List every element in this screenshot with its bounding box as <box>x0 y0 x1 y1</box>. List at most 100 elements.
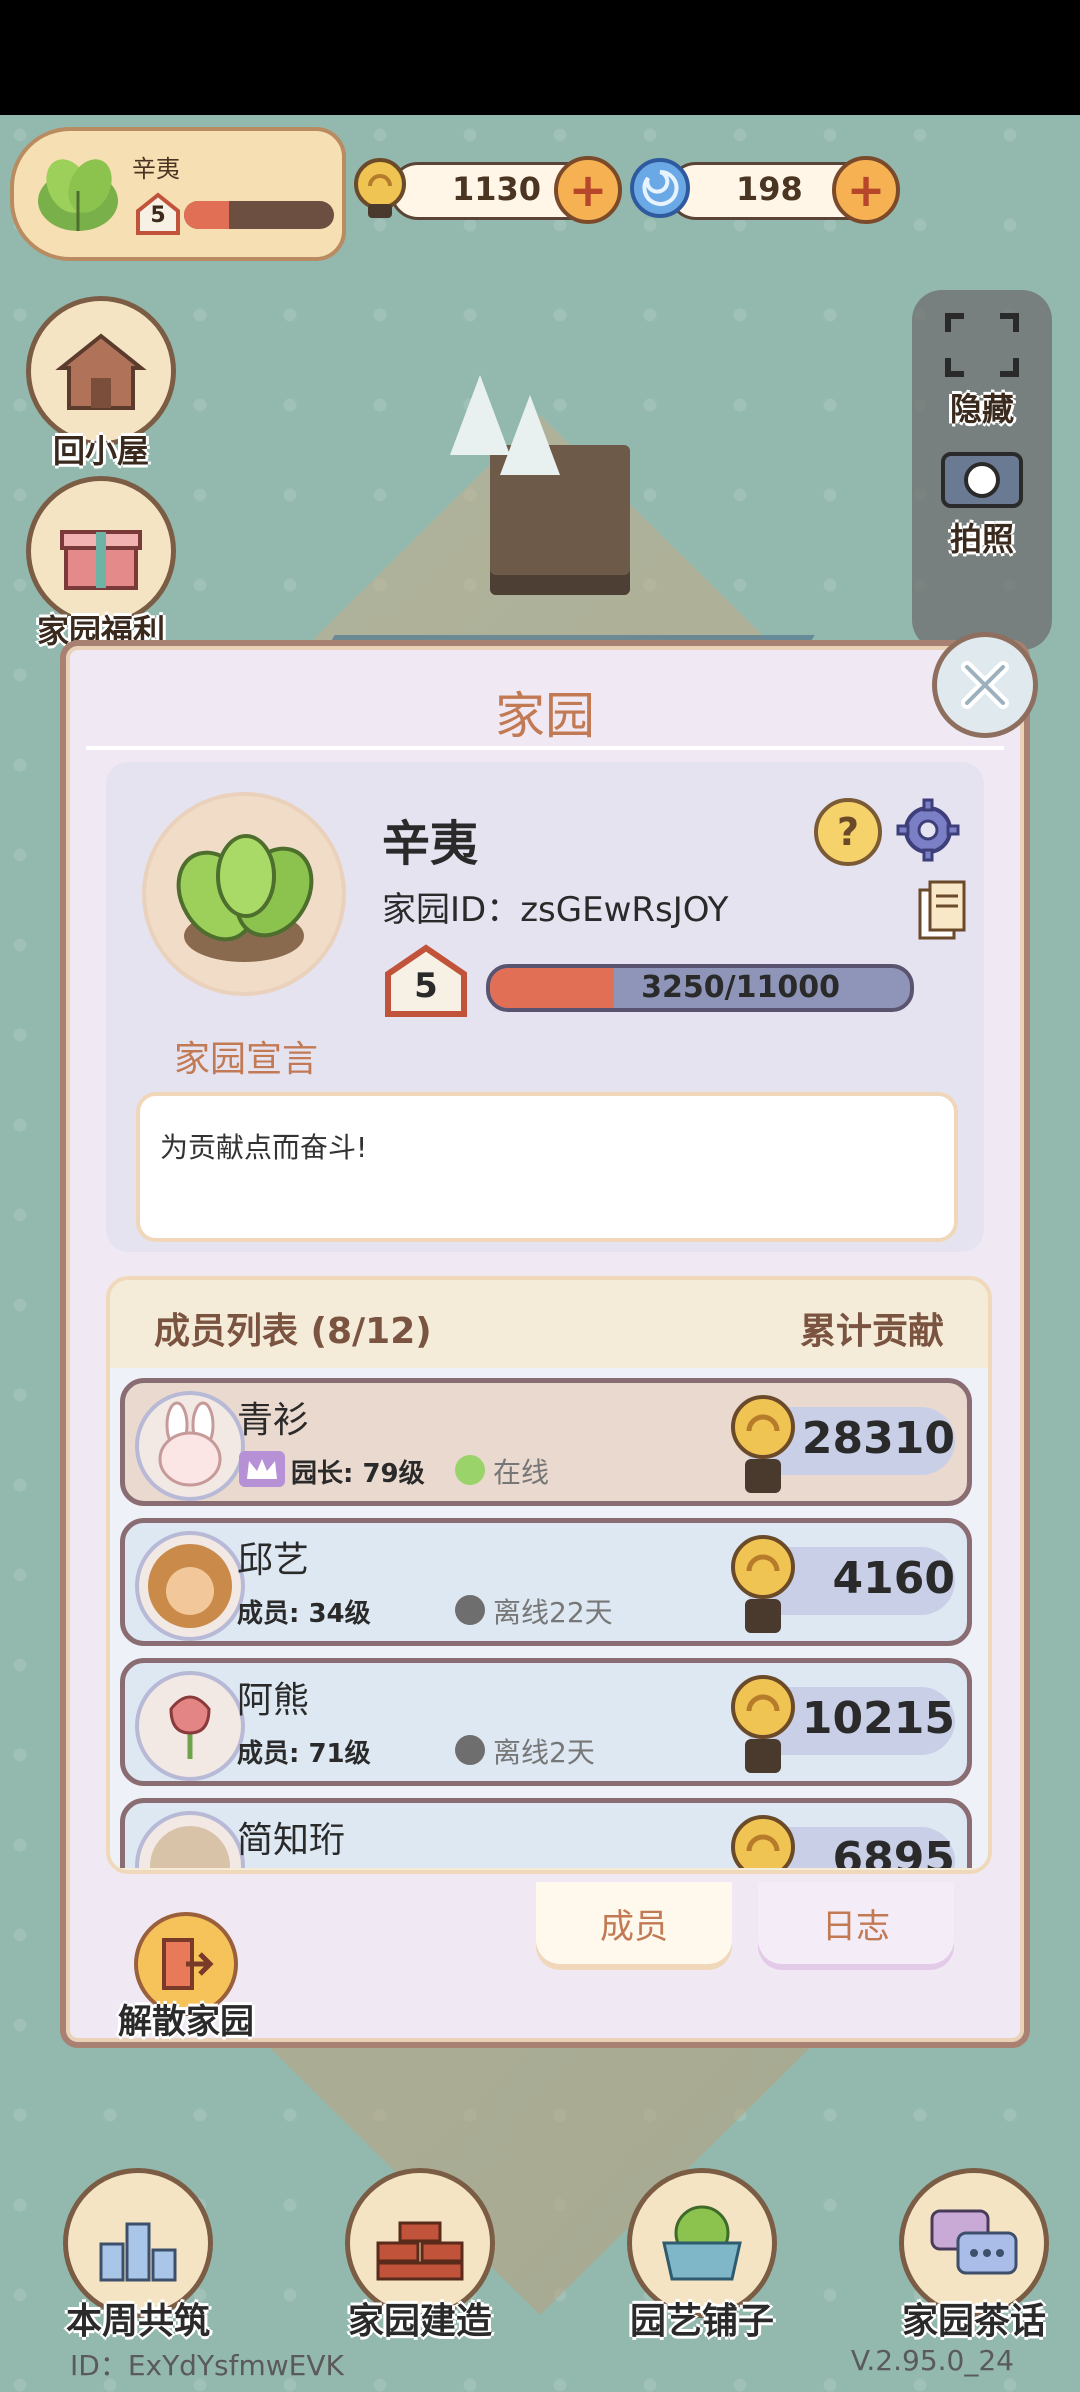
leaf-avatar-icon <box>38 159 118 231</box>
coin-counter: 1130 + <box>350 156 622 224</box>
bunny-avatar-icon <box>158 1401 222 1487</box>
member-row[interactable]: 阿熊 成员: 71级 离线2天 10215 <box>120 1658 972 1786</box>
member-status: 在线 <box>493 1456 550 1489</box>
member-name: 简知珩 <box>237 1820 346 1861</box>
members-header: 成员列表 (8/12) <box>154 1311 432 1352</box>
go-home-button[interactable]: 回小屋 <box>26 296 176 472</box>
members-list[interactable]: 青衫 园长: 79级 在线 28310 邱艺 成员: 34级 离线22天 416… <box>110 1368 988 1868</box>
home-welfare-circle <box>26 476 176 626</box>
member-avatar <box>135 1811 245 1868</box>
add-coins-button[interactable]: + <box>554 156 622 224</box>
gift-icon <box>60 530 142 590</box>
home-exp-bar: 3250/11000 <box>486 964 914 1012</box>
home-dialog: 家园 辛夷 家园ID：zsGEwRsJOY 5 3250/11000 ? 家园宣… <box>60 640 1030 2048</box>
app-version: V.2.95.0_24 <box>850 2344 1014 2377</box>
status-dot <box>455 1455 485 1485</box>
snail-coin-icon <box>354 158 406 218</box>
add-gems-button[interactable]: + <box>832 156 900 224</box>
member-row[interactable]: 青衫 园长: 79级 在线 28310 <box>120 1378 972 1506</box>
member-row[interactable]: 邱艺 成员: 34级 离线22天 4160 <box>120 1518 972 1646</box>
disband-label: 解散家园 <box>118 2002 254 2042</box>
member-role: 成员: 71级 <box>237 1739 371 1769</box>
home-avatar <box>142 792 346 996</box>
member-contribution: 4160 <box>832 1553 955 1604</box>
home-exp-text: 3250/11000 <box>641 970 840 1005</box>
player-id: ID：ExYdYsfmwEVK <box>70 2349 344 2382</box>
tulip-avatar-icon <box>169 1695 211 1759</box>
player-progress-bar <box>184 201 334 229</box>
status-dot <box>455 1595 485 1625</box>
member-row[interactable]: 简知珩 6895 <box>120 1798 972 1868</box>
close-icon <box>961 661 1009 709</box>
member-contribution: 6895 <box>832 1833 955 1868</box>
coin-value: 1130 <box>452 170 542 208</box>
dialog-title: 家园 <box>495 687 595 745</box>
home-id: 家园ID：zsGEwRsJOY <box>382 890 729 930</box>
help-button[interactable]: ? <box>814 798 882 866</box>
home-build-label: 家园建造 <box>347 2301 492 2342</box>
gem-value: 198 <box>736 170 803 208</box>
members-card: 成员列表 (8/12) 累计贡献 青衫 园长: 79级 在线 28310 邱艺 … <box>106 1276 992 1874</box>
member-role: 成员: 34级 <box>237 1599 371 1629</box>
go-home-label: 回小屋 <box>52 432 149 470</box>
camera-icon <box>941 452 1023 508</box>
photo-button[interactable]: 拍照 <box>922 440 1042 560</box>
leaf-plant-icon <box>176 834 314 962</box>
go-home-circle <box>26 296 176 446</box>
gem-counter: 198 + <box>628 156 900 224</box>
bricks-icon <box>376 2221 464 2281</box>
member-avatar <box>135 1391 245 1501</box>
home-welfare-button[interactable]: 家园福利 <box>26 476 176 652</box>
contribution-header: 累计贡献 <box>799 1311 944 1352</box>
player-progress-fill <box>184 201 229 229</box>
home-build-button[interactable]: 家园建造 <box>320 2168 520 2344</box>
member-name: 邱艺 <box>237 1540 310 1581</box>
member-contribution: 28310 <box>801 1413 955 1464</box>
right-toolbar: 隐藏 拍照 <box>912 290 1052 650</box>
member-status: 离线2天 <box>493 1736 595 1769</box>
home-chat-label: 家园茶话 <box>901 2301 1046 2342</box>
declaration-text: 为贡献点而奋斗! <box>160 1131 368 1164</box>
member-name: 阿熊 <box>237 1680 310 1721</box>
member-avatar <box>135 1531 245 1641</box>
weekly-build-button[interactable]: 本周共筑 <box>38 2168 238 2344</box>
flower-arch-avatar-icon <box>150 1826 230 1868</box>
scene-snow-tree <box>500 395 560 475</box>
chat-icon <box>930 2209 1018 2275</box>
declaration-box[interactable]: 为贡献点而奋斗! <box>136 1092 958 1242</box>
home-level-badge: 5 <box>382 942 470 1018</box>
player-name: 辛夷 <box>132 155 180 183</box>
home-chat-button[interactable]: 家园茶话 <box>874 2168 1074 2344</box>
member-status: 离线22天 <box>493 1596 613 1629</box>
home-name: 辛夷 <box>382 816 479 872</box>
title-divider <box>86 746 1004 750</box>
flower-basket-icon <box>662 2205 742 2281</box>
weekly-build-label: 本周共筑 <box>65 2301 210 2342</box>
disband-home-button[interactable]: 解散家园 <box>86 1912 286 2043</box>
tab-log[interactable]: 日志 <box>758 1882 954 1964</box>
garden-shop-label: 园艺铺子 <box>629 2301 774 2342</box>
close-button[interactable] <box>932 632 1038 738</box>
hide-icon <box>945 313 1019 377</box>
podium-icon <box>99 2222 177 2282</box>
declaration-title: 家园宣言 <box>173 1039 318 1080</box>
player-level-badge: 5 <box>134 191 182 235</box>
player-level: 5 <box>150 203 166 228</box>
hide-label: 隐藏 <box>949 390 1014 428</box>
hide-button[interactable]: 隐藏 <box>922 310 1042 430</box>
home-level: 5 <box>414 966 438 1006</box>
player-profile-chip[interactable]: 辛夷 5 <box>10 127 346 261</box>
photo-label: 拍照 <box>949 520 1014 558</box>
copy-icon[interactable] <box>916 880 968 942</box>
status-dot <box>455 1735 485 1765</box>
exit-door-icon <box>162 1938 214 1990</box>
garden-shop-button[interactable]: 园艺铺子 <box>602 2168 802 2344</box>
lion-avatar-icon <box>148 1544 232 1628</box>
system-status-bar <box>0 0 1080 115</box>
swirl-gem-icon <box>630 158 690 218</box>
home-info-card: 辛夷 家园ID：zsGEwRsJOY 5 3250/11000 ? 家园宣言 为… <box>106 762 984 1252</box>
tab-members[interactable]: 成员 <box>536 1882 732 1964</box>
house-icon <box>55 333 147 410</box>
settings-gear-icon[interactable] <box>896 798 960 862</box>
member-role: 园长: 79级 <box>291 1459 425 1489</box>
